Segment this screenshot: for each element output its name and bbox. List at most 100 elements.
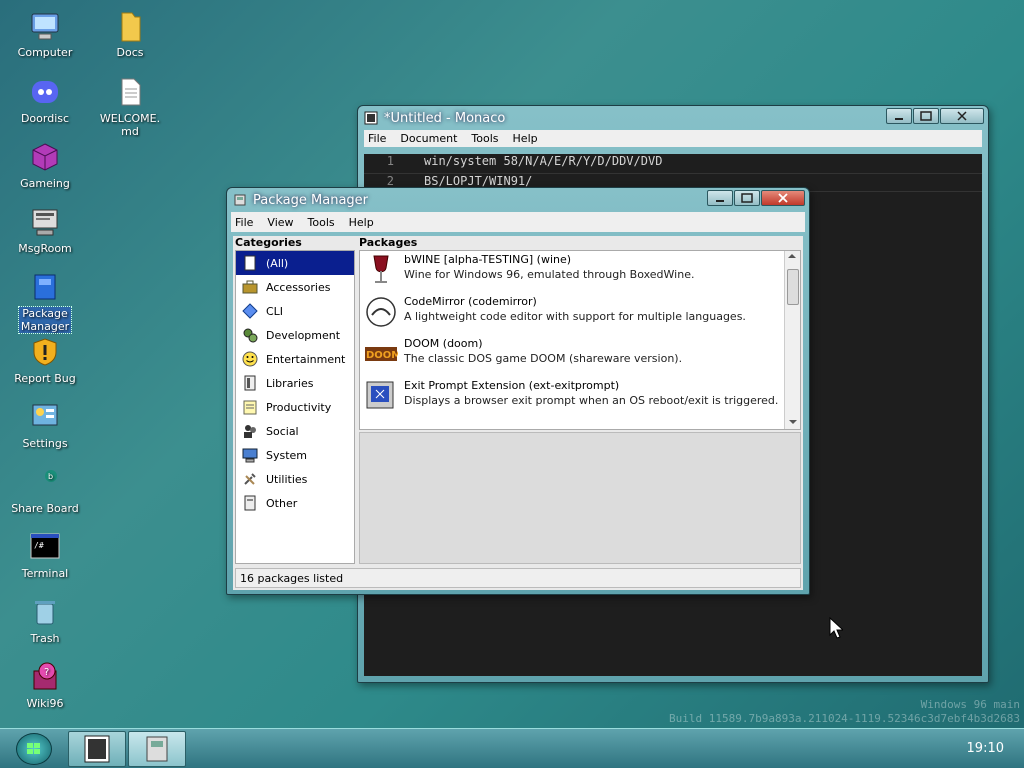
icon-label: Settings — [22, 437, 68, 450]
window-title: Package Manager — [253, 192, 369, 208]
scroll-up-icon[interactable] — [785, 251, 799, 261]
scroll-down-icon[interactable] — [786, 417, 800, 427]
menu-help[interactable]: Help — [513, 132, 538, 145]
desktop-icon-wiki96[interactable]: ? Wiki96 — [9, 661, 81, 710]
categories-header: Categories — [235, 236, 302, 249]
package-description: Displays a browser exit prompt when an O… — [404, 394, 779, 407]
desktop-icon-doordisc[interactable]: Doordisc — [9, 76, 81, 125]
category-other[interactable]: Other — [236, 491, 354, 515]
editor-line: 1 win/system 58/N/A/E/R/Y/D/DDV/DVD — [364, 154, 982, 173]
menu-file[interactable]: File — [368, 132, 386, 145]
maximize-icon — [741, 193, 753, 203]
package-name: bWINE [alpha-TESTING] (wine) — [404, 253, 572, 266]
taskbar-package-manager-button[interactable] — [128, 731, 186, 767]
minimize-icon — [716, 200, 724, 202]
menu-view[interactable]: View — [267, 216, 293, 229]
close-icon — [778, 193, 788, 203]
taskbar-monaco-button[interactable] — [68, 731, 126, 767]
category-development[interactable]: Development — [236, 323, 354, 347]
close-icon — [957, 111, 967, 121]
package-name: CodeMirror (codemirror) — [404, 295, 537, 308]
minimize-button[interactable] — [886, 108, 912, 124]
icon-label: Trash — [30, 632, 60, 645]
desktop-icon-settings[interactable]: Settings — [9, 401, 81, 450]
settings-icon — [29, 401, 61, 433]
shield-warning-icon — [29, 336, 61, 368]
desktop-icon-report-bug[interactable]: Report Bug — [9, 336, 81, 385]
wine-icon — [364, 253, 398, 287]
category-label: Entertainment — [266, 352, 346, 366]
package-item[interactable]: bWINE [alpha-TESTING] (wine) Wine for Wi… — [360, 251, 800, 293]
category-label: Development — [266, 328, 341, 342]
briefcase-icon — [242, 279, 258, 295]
category-productivity[interactable]: Productivity — [236, 395, 354, 419]
pkgmgr-titlebar[interactable]: Package Manager — [227, 188, 809, 212]
cube-icon — [29, 141, 61, 173]
category-social[interactable]: Social — [236, 419, 354, 443]
category-system[interactable]: System — [236, 443, 354, 467]
category-accessories[interactable]: Accessories — [236, 275, 354, 299]
icon-label: Computer — [17, 46, 73, 59]
svg-text:?: ? — [44, 667, 49, 678]
icon-label: Share Board — [11, 502, 79, 515]
computer-icon — [242, 447, 258, 463]
scrollbar-thumb[interactable] — [787, 269, 799, 305]
icon-label: Report Bug — [14, 372, 76, 385]
package-icon — [233, 193, 247, 207]
package-item[interactable]: CodeMirror (codemirror) A lightweight co… — [360, 293, 800, 335]
package-description: A lightweight code editor with support f… — [404, 310, 746, 323]
line-text: win/system 58/N/A/E/R/Y/D/DDV/DVD — [424, 154, 663, 168]
category-label: Utilities — [266, 472, 308, 486]
people-icon — [242, 423, 258, 439]
category-cli[interactable]: CLI — [236, 299, 354, 323]
category-label: System — [266, 448, 308, 462]
category-all[interactable]: (All) — [236, 251, 354, 275]
notepad-icon — [242, 399, 258, 415]
pkgmgr-body: Categories Packages (All) Accessories CL… — [233, 236, 803, 590]
desktop-icon-computer[interactable]: Computer — [9, 10, 81, 59]
desktop-icon-package-manager[interactable]: Package Manager — [9, 271, 81, 334]
category-libraries[interactable]: Libraries — [236, 371, 354, 395]
package-list[interactable]: bWINE [alpha-TESTING] (wine) Wine for Wi… — [359, 250, 801, 430]
package-item[interactable]: Exit Prompt Extension (ext-exitprompt) D… — [360, 377, 800, 419]
category-utilities[interactable]: Utilities — [236, 467, 354, 491]
desktop-icon-share-board[interactable]: b Share Board — [9, 466, 81, 515]
desktop-icon-gameing[interactable]: Gameing — [9, 141, 81, 190]
share-board-icon: b — [29, 466, 61, 498]
close-button[interactable] — [761, 190, 805, 206]
discord-icon — [29, 76, 61, 108]
menu-tools[interactable]: Tools — [471, 132, 498, 145]
smiley-icon — [242, 351, 258, 367]
start-button[interactable] — [16, 733, 52, 765]
maximize-button[interactable] — [913, 108, 939, 124]
close-button[interactable] — [940, 108, 984, 124]
category-label: Accessories — [266, 280, 331, 294]
package-manager-window[interactable]: Package Manager File View Tools Help Cat… — [226, 187, 810, 595]
desktop-icon-msgroom[interactable]: MsgRoom — [9, 206, 81, 255]
desktop-icon-docs[interactable]: Docs — [94, 10, 166, 59]
svg-text:DOOM: DOOM — [366, 350, 398, 361]
category-entertainment[interactable]: Entertainment — [236, 347, 354, 371]
menu-help[interactable]: Help — [349, 216, 374, 229]
menu-document[interactable]: Document — [400, 132, 457, 145]
book-icon — [242, 375, 258, 391]
maximize-button[interactable] — [734, 190, 760, 206]
package-name: Exit Prompt Extension (ext-exitprompt) — [404, 379, 620, 392]
category-label: CLI — [266, 304, 284, 318]
menu-file[interactable]: File — [235, 216, 253, 229]
monaco-titlebar[interactable]: *Untitled - Monaco — [358, 106, 988, 130]
desktop-icon-welcome-md[interactable]: WELCOME. md — [94, 76, 166, 138]
package-icon — [146, 736, 168, 762]
messenger-icon — [29, 206, 61, 238]
category-label: Productivity — [266, 400, 332, 414]
maximize-icon — [920, 111, 932, 121]
desktop-icon-terminal[interactable]: /# Terminal — [9, 531, 81, 580]
menu-tools[interactable]: Tools — [308, 216, 335, 229]
package-item[interactable]: DOOM DOOM (doom) The classic DOS game DO… — [360, 335, 800, 377]
clock[interactable]: 19:10 — [967, 741, 1004, 756]
minimize-button[interactable] — [707, 190, 733, 206]
category-label: Other — [266, 496, 298, 510]
package-list-scrollbar[interactable] — [784, 251, 800, 429]
desktop-icon-trash[interactable]: Trash — [9, 596, 81, 645]
editor-icon — [364, 111, 378, 125]
